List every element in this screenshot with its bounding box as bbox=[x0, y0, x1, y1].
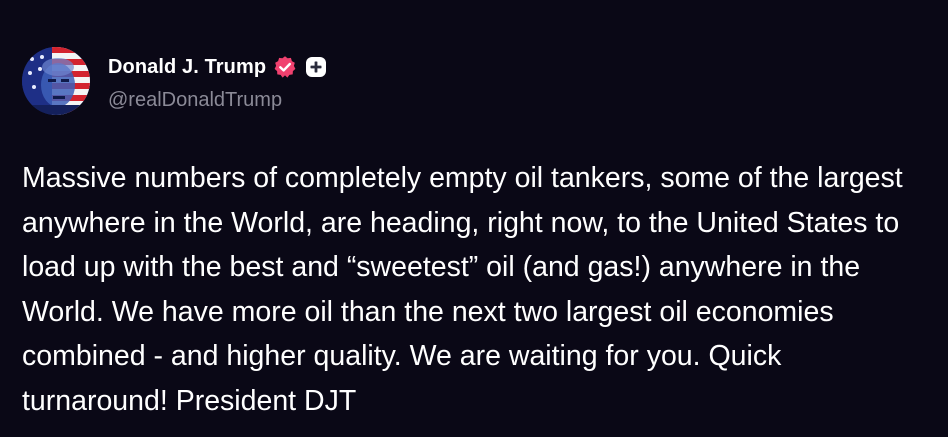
author-handle[interactable]: @realDonaldTrump bbox=[108, 89, 327, 112]
post-header: Donald J. Trump @realDonaldTrump bbox=[22, 47, 327, 115]
author-identity: Donald J. Trump @realDonaldTrump bbox=[108, 47, 327, 112]
avatar[interactable] bbox=[22, 47, 90, 115]
avatar-image bbox=[22, 47, 90, 115]
author-display-name[interactable]: Donald J. Trump bbox=[108, 56, 266, 79]
author-name-row: Donald J. Trump bbox=[108, 54, 327, 80]
post-card: Donald J. Trump @realDonaldTrump Massive… bbox=[0, 0, 948, 437]
verified-check-icon bbox=[273, 55, 297, 79]
plus-icon[interactable] bbox=[305, 56, 327, 78]
post-body-text: Massive numbers of completely empty oil … bbox=[22, 162, 903, 417]
